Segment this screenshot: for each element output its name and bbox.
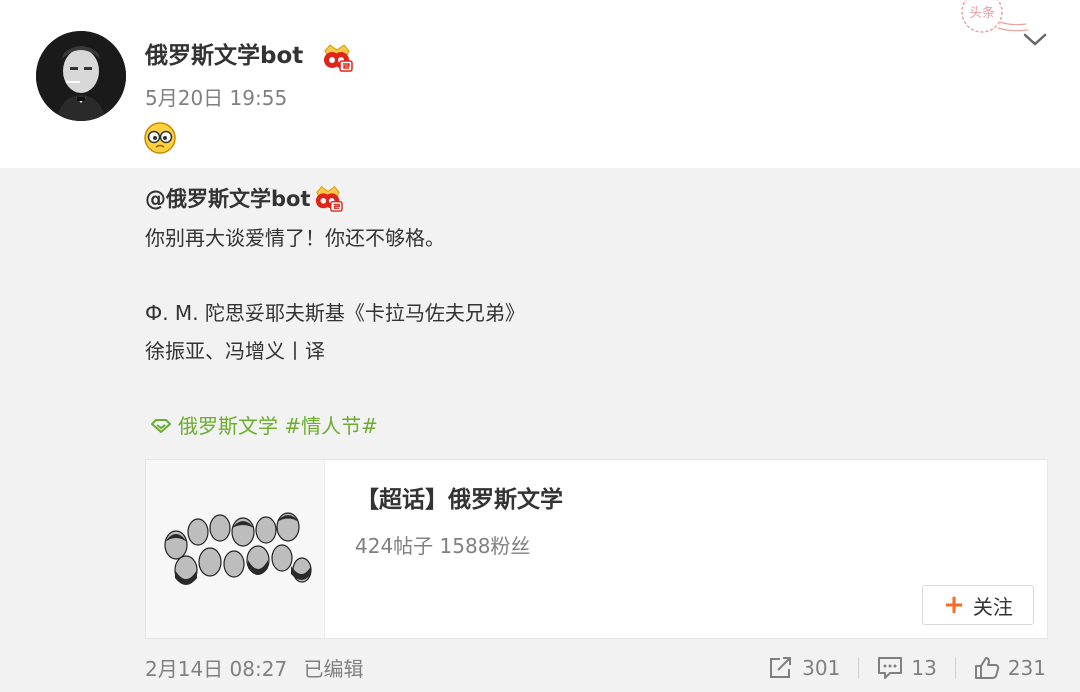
retweet-time: 2月14日 08:27 — [145, 657, 288, 681]
topic-text: 俄罗斯文学 #情人节# — [178, 414, 378, 438]
like-icon — [974, 657, 1000, 679]
repost-button[interactable]: 301 — [768, 656, 840, 680]
face-emoji-icon — [143, 121, 177, 155]
comment-button[interactable]: 13 — [877, 656, 937, 680]
plus-icon: + — [943, 590, 965, 620]
edited-label: 已编辑 — [303, 657, 364, 681]
post-header: 俄罗斯文学bot 5月20日 19:55 头条 — [0, 0, 1080, 168]
supertopic-card[interactable]: 【超话】俄罗斯文学 424帖子 1588粉丝 + 关注 — [145, 459, 1048, 639]
card-title[interactable]: 【超话】俄罗斯文学 — [356, 484, 563, 516]
card-image — [146, 460, 325, 638]
repost-count: 301 — [802, 656, 841, 680]
headline-stamp: 头条 — [942, 0, 1030, 42]
vip-badge-icon — [321, 42, 353, 72]
card-stats: 424帖子 1588粉丝 — [355, 534, 531, 558]
post-time: 5月20日 19:55 — [145, 86, 288, 110]
follow-label: 关注 — [972, 594, 1013, 619]
stamp-text: 头条 — [969, 5, 995, 21]
like-button[interactable]: 231 — [974, 656, 1046, 680]
follow-button[interactable]: + 关注 — [922, 585, 1034, 625]
comment-count: 13 — [911, 656, 937, 680]
action-bar: 301 13 231 — [768, 652, 1046, 684]
comment-icon — [878, 657, 903, 679]
divider — [954, 657, 956, 679]
supertopic-icon — [151, 419, 171, 433]
retweet-meta: 2月14日 08:27 已编辑 — [145, 655, 364, 683]
repost-icon — [770, 657, 792, 678]
like-count: 231 — [1007, 656, 1046, 680]
username[interactable]: 俄罗斯文学bot — [145, 40, 303, 72]
retweet-text-line: 徐振亚、冯增义丨译 — [145, 339, 325, 363]
retweet-author[interactable]: @俄罗斯文学bot — [145, 185, 311, 213]
chevron-down-icon[interactable] — [1020, 30, 1050, 50]
retweet-text-line: Ф. M. 陀思妥耶夫斯基《卡拉马佐夫兄弟》 — [145, 301, 525, 325]
supertopic-link[interactable]: 俄罗斯文学 #情人节# — [150, 412, 378, 440]
avatar[interactable] — [36, 31, 126, 121]
retweet-block[interactable]: @俄罗斯文学bot 你别再大谈爱情了！你还不够格。 Ф. M. 陀思妥耶夫斯基《… — [0, 168, 1080, 692]
divider — [858, 657, 860, 679]
vip-badge-icon — [313, 184, 343, 212]
retweet-text-line: 你别再大谈爱情了！你还不够格。 — [145, 226, 445, 250]
